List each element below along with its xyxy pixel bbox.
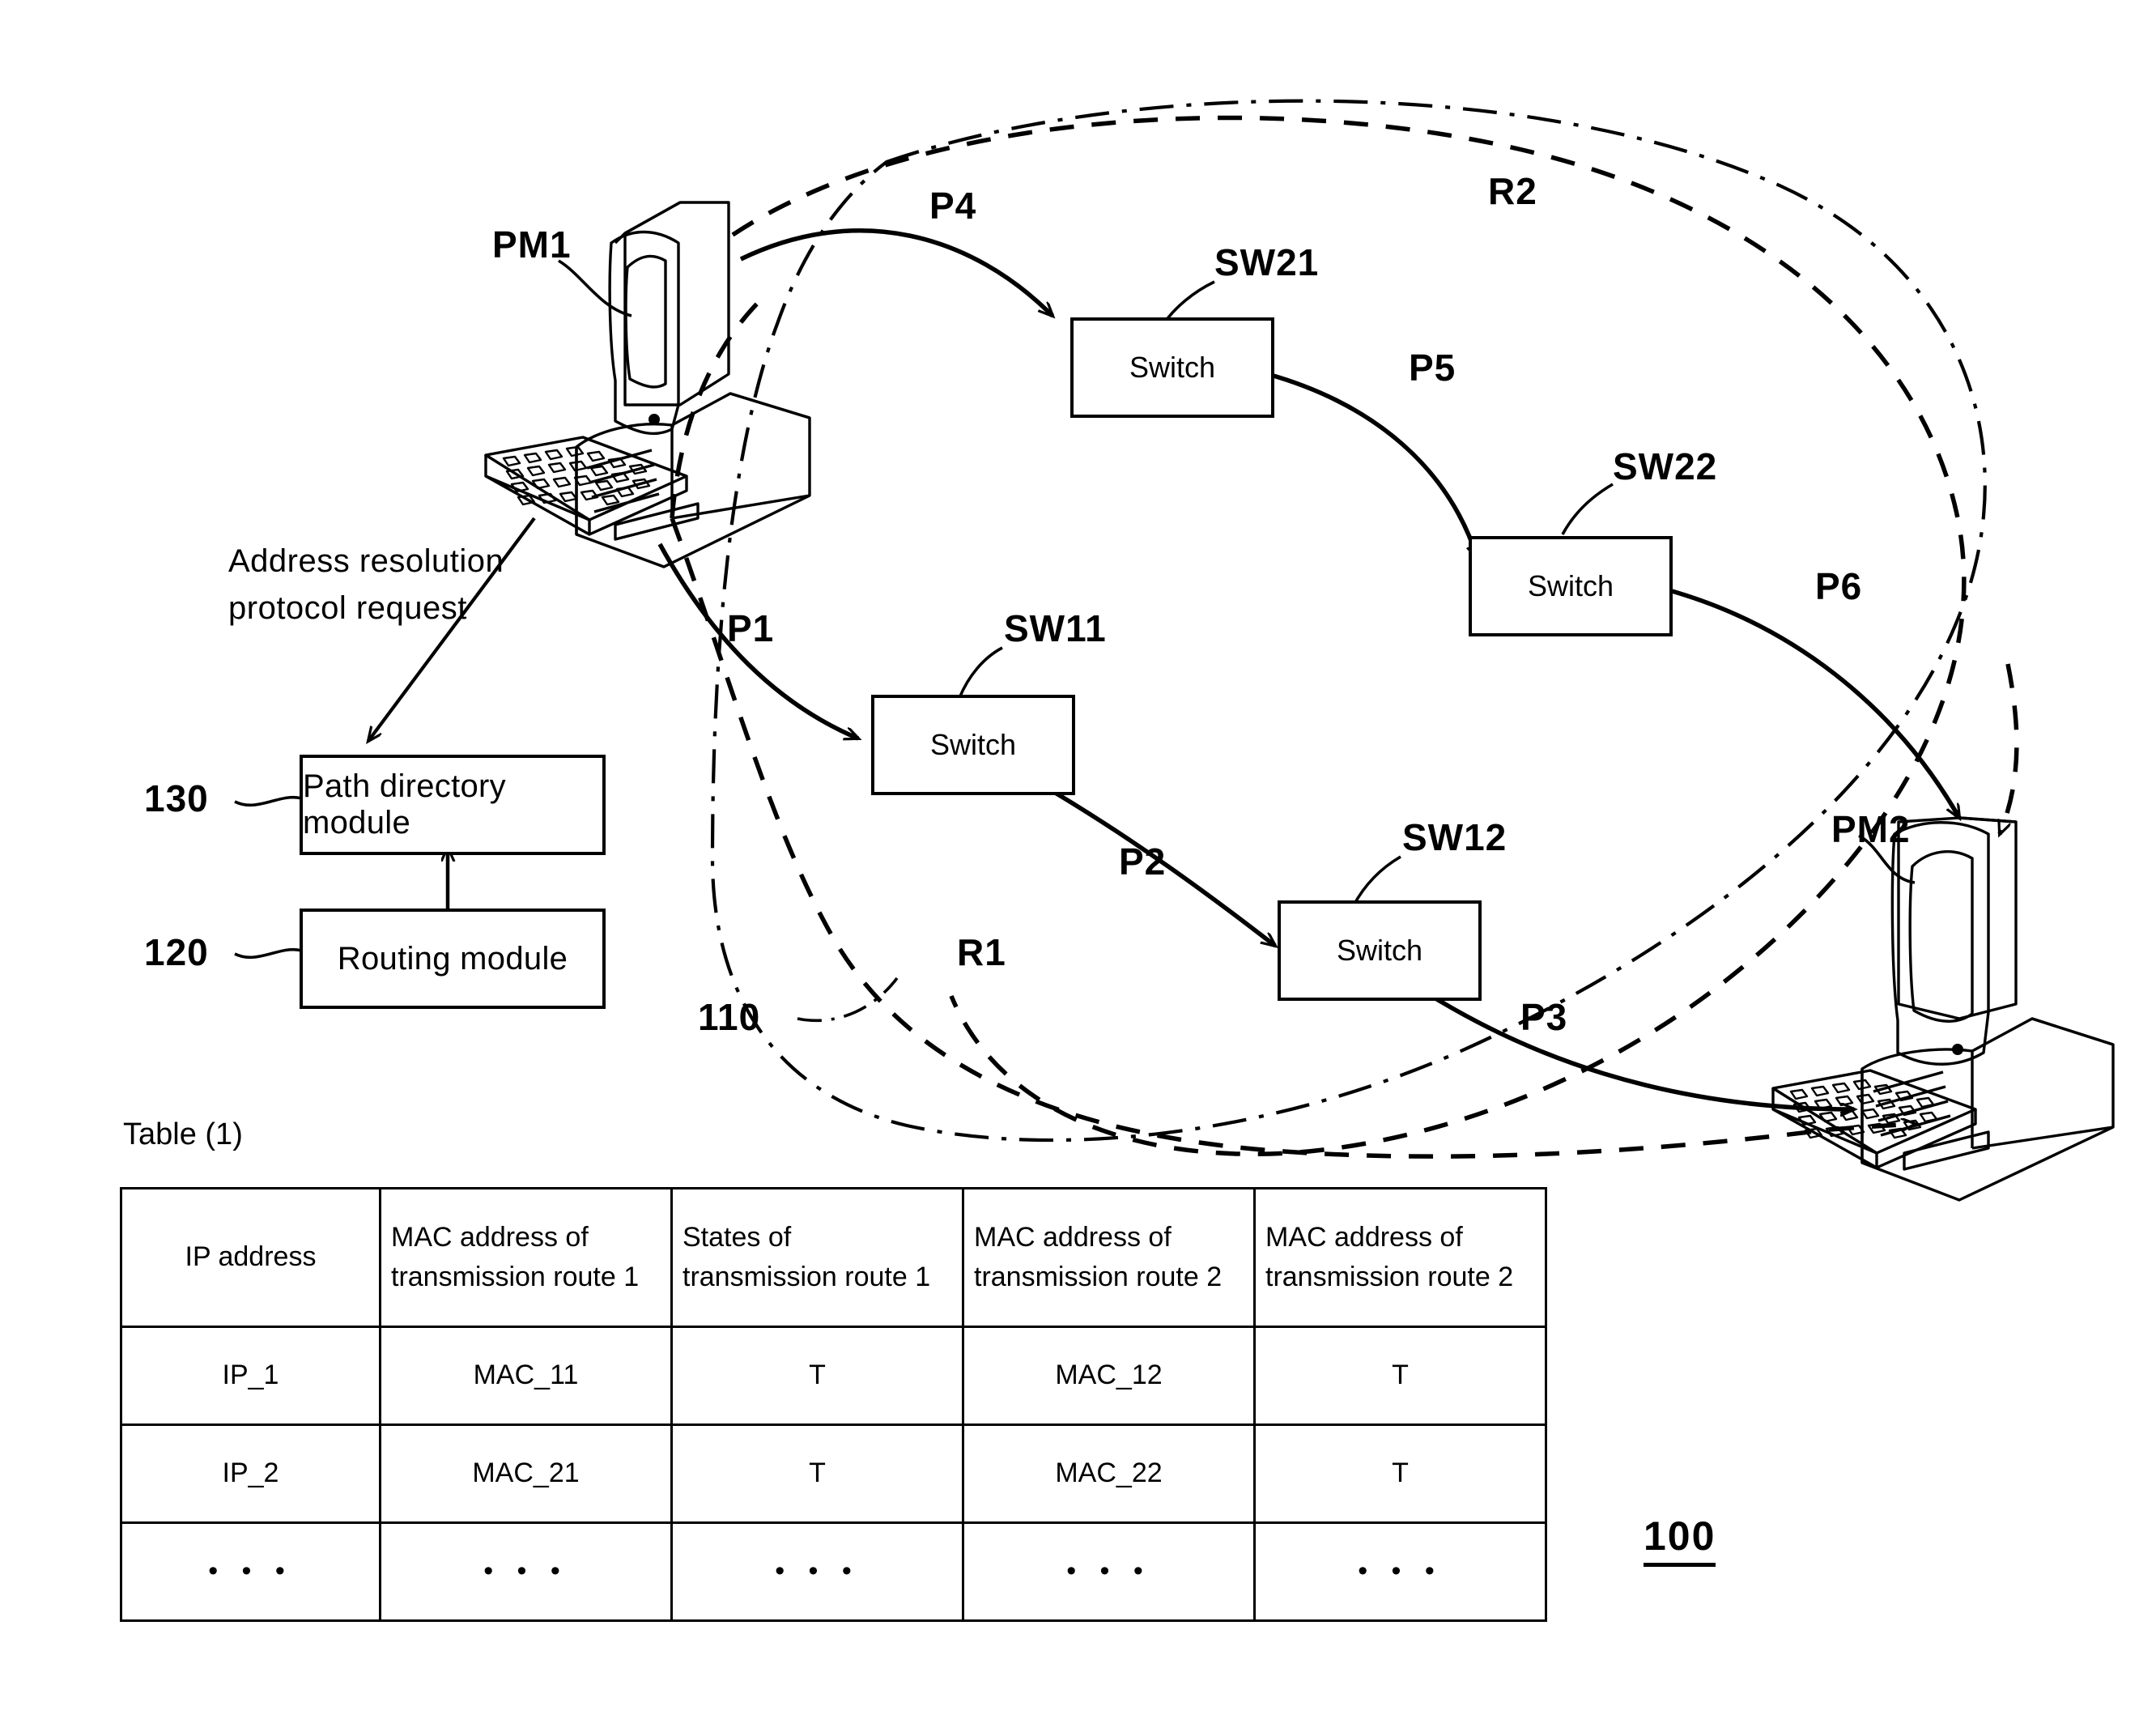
figure-number-100: 100 (1644, 1513, 1716, 1567)
path-p1-label: P1 (727, 607, 775, 649)
routing-module-label: Routing module (337, 940, 568, 977)
path-p4-arc (739, 228, 1052, 316)
table-row: IP_2 MAC_21 T MAC_22 T (120, 1423, 1547, 1524)
path-p6-arc (1665, 587, 1959, 818)
switch-sw12-label: Switch (1336, 934, 1423, 967)
header-mac1-line1: MAC address of (391, 1221, 589, 1253)
cell-state2: T (1253, 1423, 1547, 1524)
patent-figure-canvas: Switch Switch Switch Switch Path directo… (0, 0, 2156, 1715)
switch-sw21-box[interactable]: Switch (1070, 317, 1274, 418)
cell-mac2: MAC_22 (962, 1423, 1256, 1524)
header-state2-line2: transmission route 2 (1265, 1262, 1514, 1292)
routing-module-box[interactable]: Routing module (300, 909, 606, 1009)
header-state2-line1: MAC address of (1265, 1221, 1463, 1253)
cell-mac1-ellipsis: • • • (379, 1521, 673, 1622)
header-mac2-line1: MAC address of (974, 1221, 1172, 1253)
ref-130-label: 130 (144, 777, 209, 819)
table-row: IP_1 MAC_11 T MAC_12 T (120, 1326, 1547, 1426)
switch-sw22-label: Switch (1527, 569, 1614, 602)
header-cell-state1: States of transmission route 1 (670, 1187, 964, 1328)
path-directory-module-box[interactable]: Path directory module (300, 755, 606, 855)
ref-120-label: 120 (144, 931, 209, 973)
cell-ip: IP_1 (120, 1326, 381, 1426)
header-cell-mac2: MAC address of transmission route 2 (962, 1187, 1256, 1328)
route-table-wrapper: IP address MAC address of transmission r… (120, 1187, 1547, 1622)
path-p4-label: P4 (929, 185, 977, 227)
table-caption: Table (1) (123, 1117, 243, 1151)
sw11-label: SW11 (1004, 607, 1107, 649)
header-mac1-line2: transmission route 1 (391, 1262, 640, 1292)
path-p3-label: P3 (1520, 996, 1568, 1038)
header-mac2-line2: transmission route 2 (974, 1262, 1223, 1292)
sw22-label: SW22 (1613, 445, 1718, 487)
cell-mac1: MAC_11 (379, 1326, 673, 1426)
pm1-label: PM1 (492, 223, 572, 266)
header-cell-ip: IP address (120, 1187, 381, 1328)
cell-ip-ellipsis: • • • (120, 1521, 381, 1622)
header-cell-state2: MAC address of transmission route 2 (1253, 1187, 1547, 1328)
path-p5-arc (1267, 372, 1478, 559)
cell-state2-ellipsis: • • • (1253, 1521, 1547, 1622)
sw21-label: SW21 (1214, 241, 1320, 283)
cell-state1: T (670, 1326, 964, 1426)
table-header-row: IP address MAC address of transmission r… (120, 1187, 1547, 1328)
route-r1-label: R1 (957, 931, 1006, 973)
sw12-label: SW12 (1402, 816, 1507, 858)
route-r2-label: R2 (1488, 170, 1537, 212)
path-p3-arc (1423, 989, 1854, 1109)
switch-sw11-box[interactable]: Switch (871, 695, 1075, 795)
cell-state2: T (1253, 1326, 1547, 1426)
arp-request-line2: protocol request (228, 590, 467, 626)
cell-mac1: MAC_21 (379, 1423, 673, 1524)
ref-110-label: 110 (698, 996, 761, 1038)
cell-mac2-ellipsis: • • • (962, 1521, 1256, 1622)
table-row: • • • • • • • • • • • • • • • (120, 1521, 1547, 1622)
switch-sw11-label: Switch (929, 728, 1017, 761)
route-r1-envelope (670, 298, 1915, 1159)
cell-state1: T (670, 1423, 964, 1524)
route-table: IP address MAC address of transmission r… (120, 1187, 1547, 1622)
switch-sw12-box[interactable]: Switch (1278, 900, 1482, 1001)
path-p5-label: P5 (1409, 347, 1456, 389)
path-directory-module-label: Path directory module (303, 768, 506, 840)
switch-sw22-box[interactable]: Switch (1469, 536, 1673, 636)
path-p6-label: P6 (1815, 565, 1863, 607)
switch-sw21-label: Switch (1129, 351, 1216, 384)
arp-request-line1: Address resolution (228, 543, 504, 579)
header-ip-line1: IP address (185, 1241, 317, 1273)
route-r2-arrow-to-pm2 (2000, 663, 2019, 834)
cell-mac2: MAC_12 (962, 1326, 1256, 1426)
header-cell-mac1: MAC address of transmission route 1 (379, 1187, 673, 1328)
cell-ip: IP_2 (120, 1423, 381, 1524)
header-state1-line2: transmission route 1 (683, 1262, 931, 1292)
path-p2-label: P2 (1119, 840, 1167, 883)
cell-state1-ellipsis: • • • (670, 1521, 964, 1622)
pm2-computer-graphic (1771, 816, 2115, 1202)
pm2-label: PM2 (1831, 808, 1911, 850)
header-state1-line1: States of (683, 1221, 792, 1253)
